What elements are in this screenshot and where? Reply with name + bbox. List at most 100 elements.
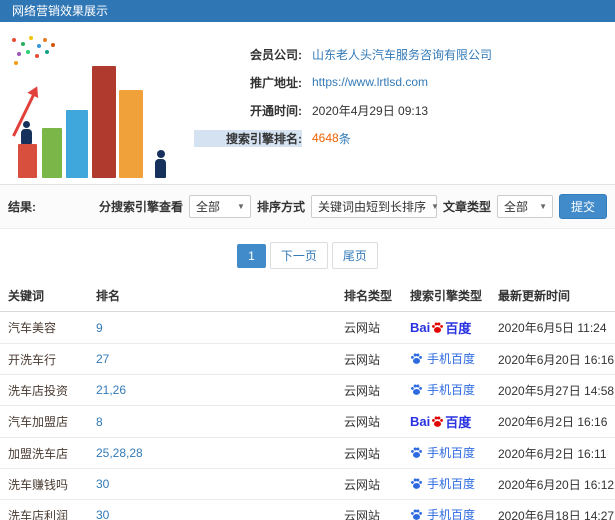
- table-body: 汽车美容 9 云网站 Bai 百度 2020年6月5日 11:24 开洗车行 27 云网站 手机百…: [0, 311, 615, 520]
- header-rank: 排名: [88, 280, 336, 312]
- engine-cell: 手机百度: [402, 499, 490, 520]
- table-row: 汽车加盟店 8 云网站 Bai 百度 2020年6月2日 16:16: [0, 405, 615, 438]
- chart-bar: [66, 110, 88, 178]
- engine-cell: 手机百度: [402, 374, 490, 406]
- open-time-label: 开通时间:: [250, 103, 302, 118]
- rank-type-cell: 云网站: [336, 374, 402, 406]
- header-keyword: 关键词: [0, 280, 88, 312]
- engine-filter-label: 分搜索引擎查看: [98, 200, 183, 214]
- chart-bar: [119, 90, 143, 178]
- confetti-dots: [12, 38, 16, 42]
- rank-type-cell: 云网站: [336, 468, 402, 500]
- time-cell: 2020年6月2日 16:16: [490, 405, 615, 438]
- time-cell: 2020年6月2日 16:11: [490, 437, 615, 469]
- paw-icon: [411, 447, 422, 458]
- rank-type-cell: 云网站: [336, 405, 402, 438]
- chevron-down-icon: ▼: [430, 202, 439, 211]
- article-type-label: 文章类型: [442, 200, 491, 214]
- rank-type-cell: 云网站: [336, 343, 402, 375]
- engine-select[interactable]: 全部 ▼: [188, 195, 251, 218]
- keyword-cell: 洗车店投资: [0, 374, 88, 406]
- rank-cell: 30: [88, 499, 336, 520]
- table-header-row: 关键词 排名 排名类型 搜索引擎类型 最新更新时间: [0, 280, 615, 312]
- header-engine-type: 搜索引擎类型: [402, 280, 490, 312]
- engine-select-value: 全部: [195, 200, 220, 214]
- header-rank-type: 排名类型: [336, 280, 402, 312]
- page-1-button[interactable]: 1: [237, 244, 266, 268]
- mobile-baidu-logo: 手机百度: [410, 350, 475, 367]
- sort-filter-label: 排序方式: [256, 200, 305, 214]
- engine-cell: 手机百度: [402, 437, 490, 469]
- rank-count-value: 4648: [312, 131, 339, 145]
- table-row: 汽车美容 9 云网站 Bai 百度 2020年6月5日 11:24: [0, 311, 615, 344]
- sort-select-value: 关键词由短到长排序: [317, 200, 426, 214]
- rank-count-label: 搜索引擎排名:: [194, 129, 302, 147]
- article-type-select[interactable]: 全部 ▼: [496, 195, 553, 218]
- member-info: 会员公司: 山东老人头汽车服务咨询有限公司 推广地址: https://www.…: [194, 30, 492, 184]
- filter-bar: 结果: 分搜索引擎查看 全部 ▼ 排序方式 关键词由短到长排序 ▼ 文章类型 全…: [0, 184, 615, 229]
- engine-cell: Bai 百度: [402, 311, 490, 344]
- rank-count-unit: 条: [338, 131, 351, 146]
- mobile-baidu-logo: 手机百度: [410, 444, 475, 461]
- sort-select[interactable]: 关键词由短到长排序 ▼: [310, 195, 439, 218]
- keyword-cell: 加盟洗车店: [0, 437, 88, 469]
- next-page-button[interactable]: 下一页: [269, 242, 328, 269]
- page: 网络营销效果展示 会员公司: 山东老人头汽车服务咨询有限公司 推广地址: htt…: [0, 0, 615, 520]
- mobile-baidu-logo: 手机百度: [410, 381, 475, 398]
- keyword-cell: 汽车加盟店: [0, 405, 88, 438]
- table-row: 洗车店利润 30 云网站 手机百度 2020年6月18日 14:27: [0, 499, 615, 520]
- mobile-baidu-logo: 手机百度: [410, 475, 475, 492]
- time-cell: 2020年5月27日 14:58: [490, 374, 615, 406]
- rank-cell: 21,26: [88, 374, 336, 406]
- table-row: 洗车赚钱吗 30 云网站 手机百度 2020年6月20日 16:12: [0, 468, 615, 500]
- promo-url-label: 推广地址:: [250, 75, 302, 90]
- submit-button[interactable]: 提交: [558, 194, 607, 219]
- company-label: 会员公司:: [250, 47, 302, 62]
- paw-icon: [411, 478, 422, 489]
- top-section: 会员公司: 山东老人头汽车服务咨询有限公司 推广地址: https://www.…: [0, 22, 615, 184]
- page-title: 网络营销效果展示: [12, 4, 109, 18]
- chevron-down-icon: ▼: [539, 202, 547, 211]
- last-page-button[interactable]: 尾页: [331, 242, 378, 269]
- rank-cell: 25,28,28: [88, 437, 336, 469]
- rank-cell: 9: [88, 311, 336, 344]
- baidu-logo: Bai 百度: [410, 320, 472, 336]
- engine-cell: 手机百度: [402, 343, 490, 375]
- company-link[interactable]: 山东老人头汽车服务咨询有限公司: [312, 46, 492, 63]
- rank-cell: 8: [88, 405, 336, 438]
- info-row-rank-count: 搜索引擎排名: 4648 条: [194, 124, 492, 152]
- keyword-cell: 洗车赚钱吗: [0, 468, 88, 500]
- paw-icon: [411, 384, 422, 395]
- engine-cell: 手机百度: [402, 468, 490, 500]
- time-cell: 2020年6月20日 16:12: [490, 468, 615, 500]
- rank-type-cell: 云网站: [336, 437, 402, 469]
- person-figure: [155, 150, 166, 178]
- time-cell: 2020年6月18日 14:27: [490, 499, 615, 520]
- titlebar: 网络营销效果展示: [0, 0, 615, 22]
- chevron-down-icon: ▼: [237, 202, 245, 211]
- table-row: 加盟洗车店 25,28,28 云网站 手机百度 2020年6月2日 16:11: [0, 437, 615, 469]
- paw-icon: [411, 353, 422, 364]
- chart-bar: [92, 66, 116, 178]
- chart-bar: [18, 144, 37, 178]
- table-row: 洗车店投资 21,26 云网站 手机百度 2020年5月27日 14:58: [0, 374, 615, 406]
- time-cell: 2020年6月20日 16:16: [490, 343, 615, 375]
- chart-bar: [42, 128, 62, 178]
- time-cell: 2020年6月5日 11:24: [490, 311, 615, 344]
- rank-type-cell: 云网站: [336, 499, 402, 520]
- paw-icon: [432, 416, 444, 427]
- header-update-time: 最新更新时间: [490, 280, 615, 312]
- person-figure: [21, 121, 32, 144]
- bar-chart-illustration: [6, 30, 178, 180]
- paw-icon: [432, 322, 444, 333]
- promo-url-link[interactable]: https://www.lrtlsd.com: [312, 75, 428, 89]
- engine-cell: Bai 百度: [402, 405, 490, 438]
- result-label: 结果:: [8, 200, 36, 214]
- rank-cell: 30: [88, 468, 336, 500]
- info-row-company: 会员公司: 山东老人头汽车服务咨询有限公司: [194, 40, 492, 68]
- rankings-table: 关键词 排名 排名类型 搜索引擎类型 最新更新时间 汽车美容 9 云网站 Bai 百度 2…: [0, 280, 615, 520]
- keyword-cell: 汽车美容: [0, 311, 88, 344]
- rank-cell: 27: [88, 343, 336, 375]
- table-row: 开洗车行 27 云网站 手机百度 2020年6月20日 16:16: [0, 343, 615, 375]
- pagination: 1 下一页 尾页: [0, 242, 615, 269]
